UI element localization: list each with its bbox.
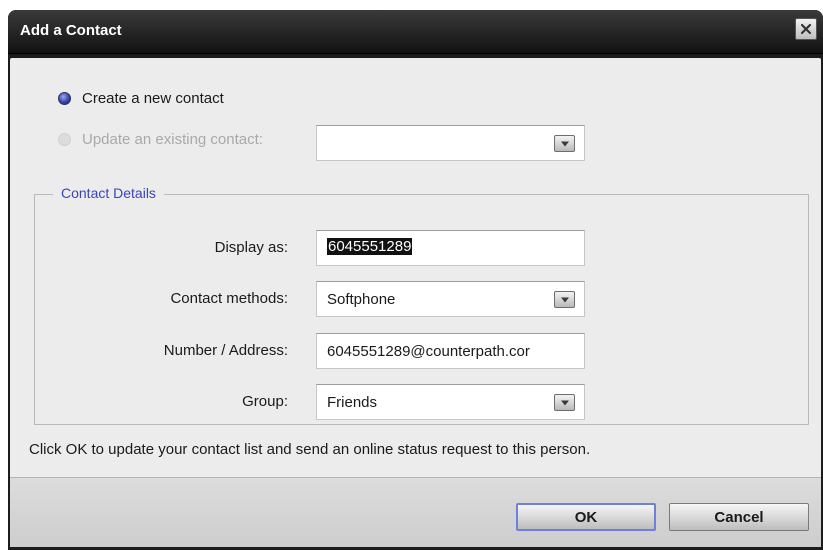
existing-contact-dropdown-button[interactable] [554, 135, 575, 152]
contact-methods-dropdown[interactable]: Softphone [316, 281, 585, 317]
contact-methods-label: Contact methods: [170, 290, 288, 307]
display-as-label: Display as: [214, 239, 288, 256]
update-existing-radio [58, 133, 71, 146]
contact-details-legend: Contact Details [53, 185, 164, 201]
group-label: Group: [242, 393, 288, 410]
chevron-down-icon [560, 400, 569, 405]
update-existing-label: Update an existing contact: [82, 131, 263, 148]
dialog-content: Create a new contact Update an existing … [10, 58, 821, 547]
group-dropdown[interactable]: Friends [316, 384, 585, 420]
chevron-down-icon [560, 297, 569, 302]
title-bar[interactable]: Add a Contact [8, 10, 823, 54]
info-text: Click OK to update your contact list and… [29, 441, 591, 458]
ok-button[interactable]: OK [516, 503, 656, 531]
display-as-input[interactable]: 6045551289 [316, 230, 585, 266]
number-address-input[interactable]: 6045551289@counterpath.cor [316, 333, 585, 369]
close-button[interactable] [795, 18, 817, 40]
contact-methods-dropdown-button[interactable] [554, 291, 575, 308]
number-address-label: Number / Address: [163, 342, 288, 359]
create-new-label: Create a new contact [82, 90, 224, 107]
group-dropdown-button[interactable] [554, 394, 575, 411]
create-new-radio[interactable] [58, 92, 71, 105]
existing-contact-dropdown[interactable] [316, 125, 585, 161]
contact-methods-value: Softphone [327, 291, 396, 308]
display-as-value: 6045551289 [327, 238, 413, 255]
contact-details-group: Contact Details Display as: 6045551289 C… [34, 185, 809, 425]
add-contact-dialog: Add a Contact Create a new contact Updat… [8, 10, 823, 550]
create-new-option[interactable]: Create a new contact [58, 90, 224, 107]
button-bar: OK Cancel [10, 477, 821, 547]
chevron-down-icon [560, 141, 569, 146]
number-address-value: 6045551289@counterpath.cor [327, 343, 530, 360]
cancel-button[interactable]: Cancel [669, 503, 809, 531]
group-value: Friends [327, 394, 378, 411]
dialog-title: Add a Contact [20, 22, 122, 39]
update-existing-option: Update an existing contact: [58, 131, 263, 148]
close-icon [800, 23, 812, 35]
